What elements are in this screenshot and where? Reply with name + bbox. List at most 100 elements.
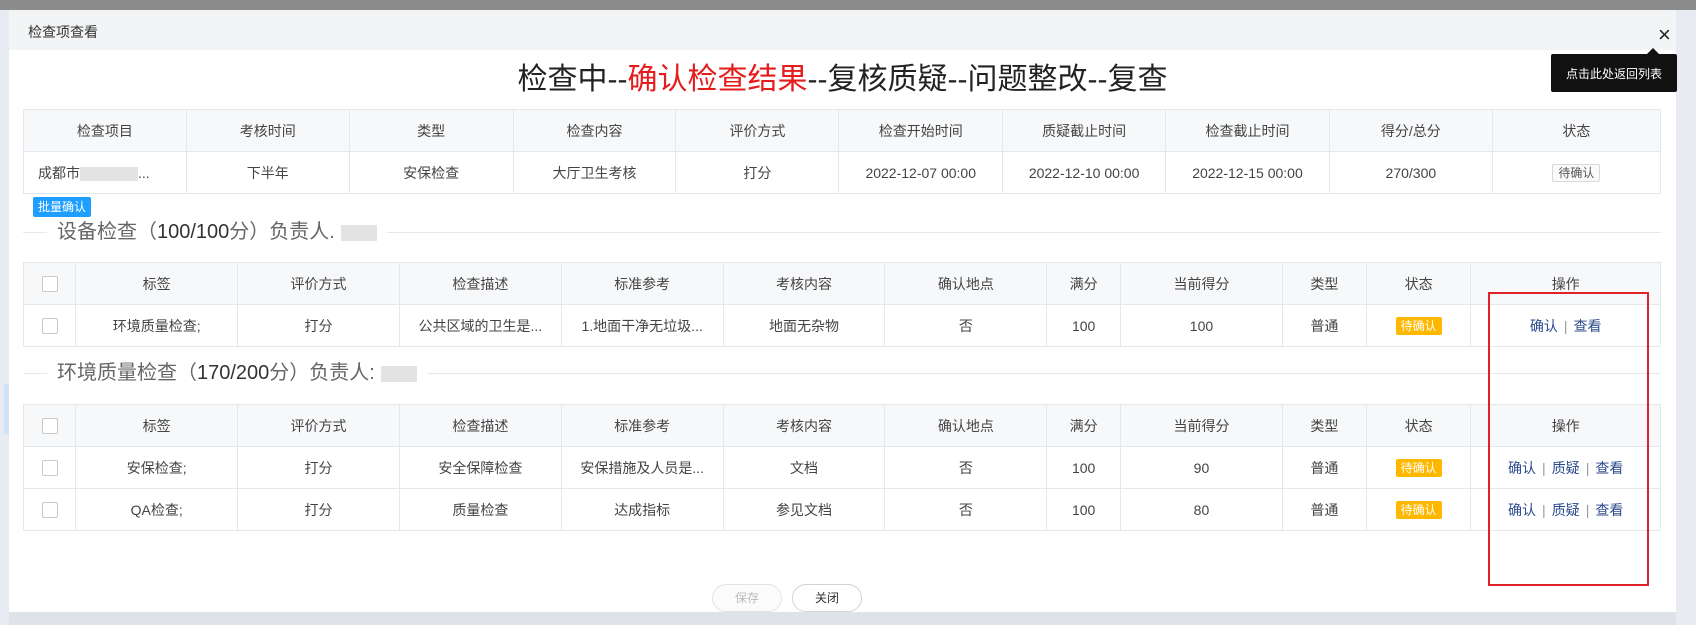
cell-content: 地面无杂物: [722, 304, 886, 347]
cell-type: 普通: [1281, 446, 1367, 489]
status-badge: 待确认: [1395, 316, 1442, 335]
status-badge: 待确认: [1395, 500, 1442, 519]
cell-operations: 确认 | 查看: [1470, 304, 1661, 347]
cell-current: 90: [1120, 446, 1283, 489]
status-badge: 待确认: [1552, 163, 1601, 182]
workflow-step: 检查中: [517, 63, 608, 96]
inspection-items-table: 标签 评价方式 检查描述 标准参考 考核内容 确认地点 满分 当前得分 类型 状态 操作 环境质量检查…: [22, 262, 1661, 347]
items-header-cell: 评价方式: [237, 262, 400, 305]
section-score-suffix: 分: [229, 221, 250, 243]
select-all-checkbox[interactable]: [41, 276, 58, 293]
select-all-cell: [22, 404, 77, 447]
cell-tag: 安保检查;: [75, 446, 239, 489]
dispute-deadline-cell: 2022-12-10 00:00: [1002, 151, 1167, 194]
section-score-suffix: 分: [269, 362, 290, 384]
items-header-cell: 标准参考: [560, 404, 724, 447]
items-header-cell: 当前得分: [1120, 262, 1283, 305]
items-header-cell: 检查描述: [398, 404, 562, 447]
cell-operations: 确认 | 质疑 | 查看: [1470, 488, 1661, 531]
info-table-row: 成都市... 下半年 安保检查 大厅卫生考核 打分 2022-12-07 00:…: [23, 151, 1662, 194]
table-row: 环境质量检查; 打分 公共区域的卫生是... 1.地面干净无垃圾... 地面无杂物否 10…: [22, 304, 1661, 347]
info-header-cell: 评价方式: [675, 109, 840, 152]
project-cell: 成都市...: [23, 151, 187, 194]
workflow-step: 问题整改: [967, 63, 1088, 96]
row-checkbox[interactable]: [41, 460, 58, 477]
op-separator: |: [1563, 317, 1568, 334]
op-link[interactable]: 质疑: [1552, 502, 1580, 518]
cell-type: 普通: [1281, 488, 1367, 531]
items-header-cell: 确认地点: [884, 404, 1048, 447]
cell-eval: 打分: [237, 446, 400, 489]
items-header-cell: 操作: [1470, 262, 1661, 305]
info-header-cell: 质疑截止时间: [1002, 109, 1167, 152]
items-header-cell: 操作: [1470, 404, 1661, 447]
workflow-step: 复核质疑: [827, 63, 948, 96]
row-checkbox[interactable]: [41, 502, 58, 519]
workflow-separator: --: [1087, 63, 1108, 96]
row-select-cell: [22, 446, 77, 489]
select-all-cell: [22, 262, 77, 305]
info-header-cell: 类型: [348, 109, 514, 152]
items-header-cell: 标签: [75, 404, 239, 447]
cell-current: 80: [1120, 488, 1283, 531]
score-cell: 270/300: [1328, 151, 1493, 194]
redacted-block: [80, 166, 138, 181]
save-button[interactable]: 保存: [712, 584, 782, 612]
cell-full: 100: [1046, 304, 1122, 347]
inspection-dialog: 检查项查看 × 点击此处返回列表 检查中--确认检查结果--复核质疑--问题整改…: [9, 10, 1677, 612]
status-cell: 待确认: [1491, 151, 1662, 194]
op-link[interactable]: 查看: [1595, 460, 1623, 476]
cell-eval: 打分: [237, 304, 400, 347]
op-link[interactable]: 查看: [1574, 318, 1602, 334]
op-link[interactable]: 确认: [1508, 460, 1536, 476]
dialog-header: 检查项查看 ×: [9, 10, 1676, 50]
op-link[interactable]: 查看: [1595, 502, 1623, 518]
info-header-cell: 检查开始时间: [838, 109, 1004, 152]
op-link[interactable]: 确认: [1508, 502, 1536, 518]
table-row: QA检查; 打分 质量检查 达成指标 参见文档否 100 80 普通 待确认 确认 | 质疑 | 查看: [22, 488, 1661, 531]
workflow-separator: --: [807, 63, 828, 96]
items-header-cell: 标签: [75, 262, 239, 305]
op-link[interactable]: 确认: [1530, 318, 1558, 334]
project-name-prefix: 成都市: [38, 164, 80, 181]
cell-tag: QA检查;: [75, 488, 239, 531]
cell-status: 待确认: [1365, 304, 1472, 347]
workflow-separator: --: [947, 63, 968, 96]
cell-content: 参见文档: [722, 488, 886, 531]
section-title: 环境质量检查（170/200分）负责人:: [23, 358, 1661, 388]
row-checkbox[interactable]: [41, 318, 58, 335]
cell-confirm-location: 否: [884, 488, 1048, 531]
background-top-strip: [0, 0, 1696, 10]
cell-status: 待确认: [1365, 446, 1472, 489]
background-right-strip: [1676, 10, 1696, 625]
items-header-cell: 考核内容: [722, 262, 886, 305]
op-separator: |: [1585, 459, 1590, 476]
close-icon[interactable]: ×: [1658, 24, 1671, 46]
cell-current: 100: [1120, 304, 1283, 347]
items-header-cell: 状态: [1365, 404, 1472, 447]
items-header-cell: 满分: [1046, 262, 1122, 305]
info-header-cell: 检查项目: [23, 109, 187, 152]
start-time-cell: 2022-12-07 00:00: [838, 151, 1004, 194]
inspection-items-table: 标签 评价方式 检查描述 标准参考 考核内容 确认地点 满分 当前得分 类型 状态 操作 安保检查; 打…: [22, 404, 1661, 531]
close-button[interactable]: 关闭: [792, 584, 862, 612]
section-owner-label: 负责人:: [309, 362, 375, 384]
op-link[interactable]: 质疑: [1552, 460, 1580, 476]
items-header-cell: 状态: [1365, 262, 1472, 305]
redacted-owner: [340, 224, 377, 241]
section-title: 设备检查（100/100分）负责人.: [23, 217, 1661, 247]
items-header-cell: 标准参考: [560, 262, 724, 305]
cell-type: 普通: [1281, 304, 1367, 347]
row-select-cell: [22, 488, 77, 531]
items-header-cell: 类型: [1281, 404, 1367, 447]
select-all-checkbox[interactable]: [41, 418, 58, 435]
redacted-owner: [380, 365, 417, 382]
cell-desc: 公共区域的卫生是...: [398, 304, 562, 347]
workflow-separator: --: [607, 63, 628, 96]
cell-confirm-location: 否: [884, 446, 1048, 489]
background-left-strip: [0, 10, 9, 625]
batch-confirm-button[interactable]: 批量确认: [33, 197, 92, 217]
items-header-cell: 评价方式: [237, 404, 400, 447]
content-cell: 大厅卫生考核: [512, 151, 677, 194]
status-badge: 待确认: [1395, 458, 1442, 477]
